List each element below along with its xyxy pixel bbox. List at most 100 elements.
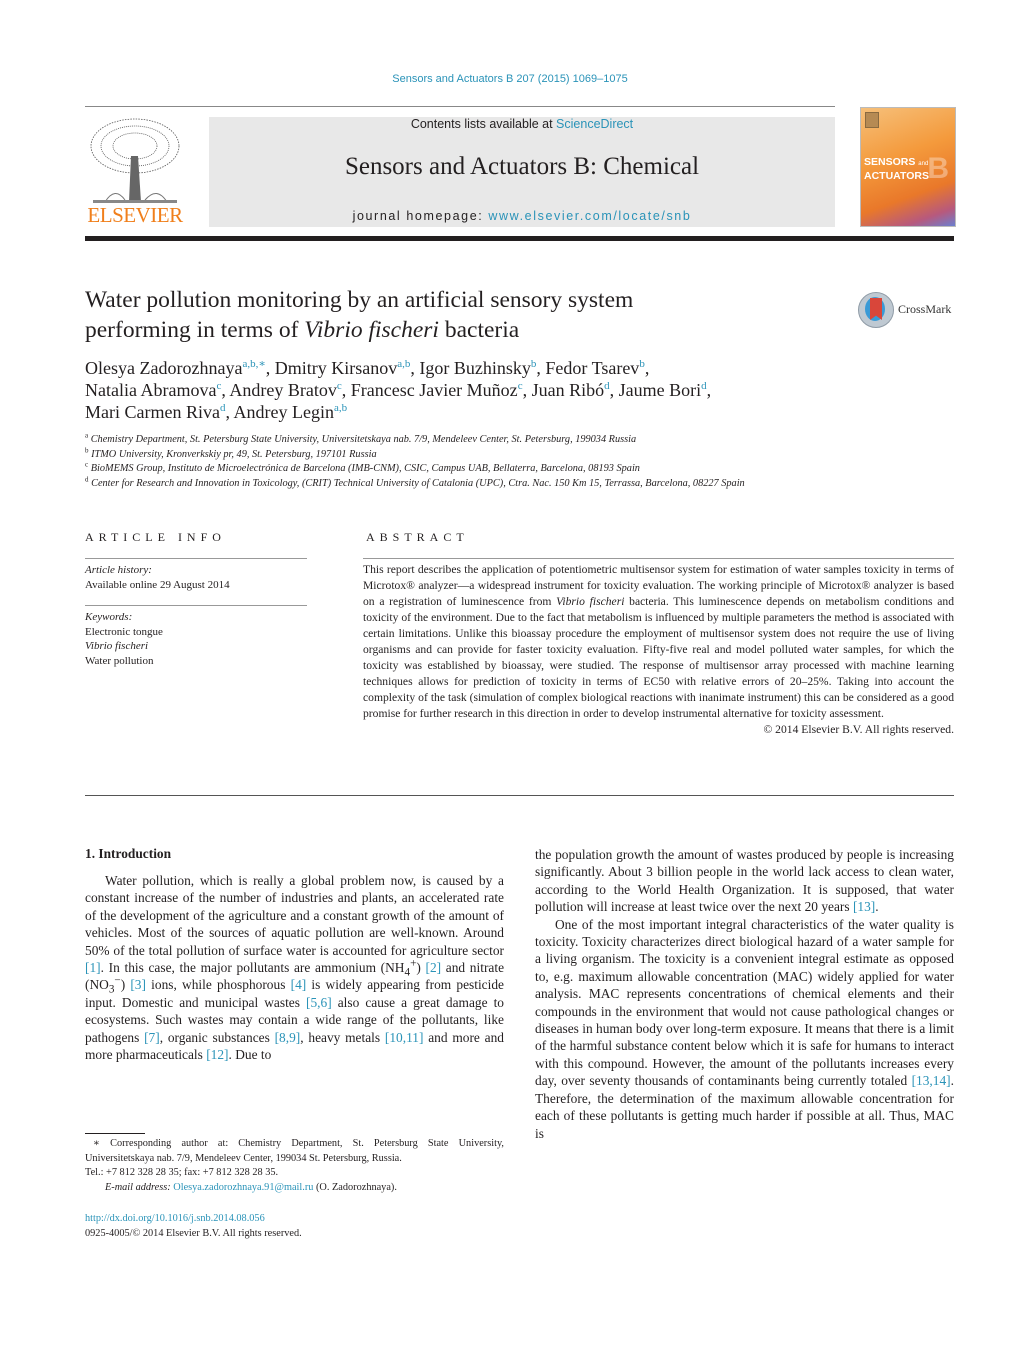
article-info-rule-2 [85,605,307,606]
author-name[interactable]: Igor Buzhinsky [419,358,531,378]
journal-header-box: Contents lists available at ScienceDirec… [209,117,835,227]
keyword[interactable]: Electronic tongue [85,626,163,638]
affiliation-key: a [85,431,89,440]
journal-cover-thumbnail[interactable]: SENSORS and ACTUATORS B [860,107,956,227]
body-text: . In this case, the major pollutants are… [100,960,405,976]
title-line2-pre: performing in terms of [85,317,305,343]
citation-link[interactable]: [5,6] [306,995,332,1010]
author-name[interactable]: Francesc Javier Muñoz [351,380,518,400]
cover-title: SENSORS and ACTUATORS [864,156,929,182]
elsevier-logo[interactable]: ELSEVIER [85,116,185,228]
footnote-tel: Tel.: +7 812 328 28 35; fax: +7 812 328 … [85,1167,279,1179]
doi-link[interactable]: http://dx.doi.org/10.1016/j.snb.2014.08.… [85,1211,302,1226]
citation-link[interactable]: [1] [85,960,101,975]
homepage-prefix: journal homepage: [352,209,489,223]
citation-link[interactable]: [3] [130,977,146,992]
body-text: ) [416,960,426,976]
author-name[interactable]: Natalia Abramova [85,380,216,400]
affiliation: d Center for Research and Innovation in … [85,475,885,492]
body-text: . Due to [228,1047,272,1063]
section-divider [85,795,954,796]
crossmark-button[interactable]: CrossMark [858,292,958,328]
body-text: ions, while phosphorous [145,977,291,993]
body-column-left: Water pollution, which is really a globa… [85,872,504,1063]
keywords-block: Keywords: Electronic tongue Vibrio fisch… [85,610,163,668]
email-suffix: (O. Zadorozhnaya). [313,1181,397,1193]
citation-link[interactable]: [10,11] [385,1030,424,1045]
body-column-right: the population growth the amount of wast… [535,846,954,1142]
keyword[interactable]: Vibrio fischeri [85,640,148,652]
citation-link[interactable]: [2] [426,960,442,975]
journal-reference[interactable]: Sensors and Actuators B 207 (2015) 1069–… [0,73,1020,85]
keywords-label: Keywords: [85,611,133,623]
author-affiliation-marker[interactable]: a,b,∗ [242,358,265,370]
citation-link[interactable]: [13,14] [912,1073,951,1088]
doi-block: http://dx.doi.org/10.1016/j.snb.2014.08.… [85,1211,302,1241]
abstract-part-2: bacteria. This luminescence depends on m… [363,595,954,720]
affiliation-text: Center for Research and Innovation in To… [91,477,745,489]
contents-available: Contents lists available at ScienceDirec… [209,117,835,131]
affiliation-list: a Chemistry Department, St. Petersburg S… [85,431,885,492]
author-list: Olesya Zadorozhnayaa,b,∗, Dmitry Kirsano… [85,357,845,423]
crossmark-label: CrossMark [898,302,952,316]
abstract-copyright: © 2014 Elsevier B.V. All rights reserved… [763,723,954,736]
paragraph: One of the most important integral chara… [535,916,954,1142]
abstract-text: This report describes the application of… [363,562,954,738]
sciencedirect-link[interactable]: ScienceDirect [556,117,633,131]
abstract-italic-term: Vibrio fischeri [556,595,625,608]
citation-link[interactable]: [4] [291,977,307,992]
cover-letter: B [927,152,949,185]
author-affiliation-marker[interactable]: a,b [397,358,410,370]
article-history-value: Available online 29 August 2014 [85,578,230,591]
homepage-link[interactable]: www.elsevier.com/locate/snb [488,209,691,223]
elsevier-wordmark: ELSEVIER [87,203,183,227]
body-text: ) [120,977,131,993]
affiliation: c BioMEMS Group, Instituto de Microelect… [85,461,885,477]
footnote-corresponding: ∗ Corresponding author at: Chemistry Dep… [85,1138,504,1164]
keyword[interactable]: Water pollution [85,655,153,667]
author-name[interactable]: Andrey Bratov [229,380,336,400]
title-line2-post: bacteria [438,317,520,343]
email-link[interactable]: Olesya.zadorozhnaya.91@mail.ru [173,1182,313,1193]
author-name[interactable]: Mari Carmen Riva [85,402,220,422]
article-info-heading: ARTICLE INFO [85,530,226,544]
article-title: Water pollution monitoring by an artific… [85,285,805,345]
body-text: , organic substances [159,1029,275,1045]
author-name[interactable]: Olesya Zadorozhnaya [85,358,242,378]
abstract-rule [363,558,954,559]
author-name[interactable]: Fedor Tsarev [545,358,639,378]
citation-link[interactable]: [8,9] [275,1030,301,1045]
article-info-rule-1 [85,558,307,559]
author-name[interactable]: Juan Ribó [532,380,605,400]
affiliation-key: d [85,475,89,484]
author-separator: , [644,358,650,378]
author-name[interactable]: Dmitry Kirsanov [275,358,397,378]
author-name[interactable]: Andrey Legin [233,402,333,422]
contents-prefix: Contents lists available at [410,117,557,131]
title-line2-italic: Vibrio fischeri [304,317,439,343]
title-line1: Water pollution monitoring by an artific… [85,287,634,313]
article-history-label: Article history: [85,564,152,576]
cover-publisher-badge-icon [865,112,879,128]
body-text: the population growth the amount of wast… [535,847,954,915]
journal-title[interactable]: Sensors and Actuators B: Chemical [209,153,835,181]
author-separator: , [522,380,532,400]
body-text: . [875,899,879,915]
citation-link[interactable]: [12] [206,1047,228,1062]
citation-link[interactable]: [13] [853,899,875,914]
body-text: One of the most important integral chara… [535,916,954,1089]
crossmark-icon [858,292,894,328]
elsevier-tree-icon [90,118,180,203]
affiliation-key: b [85,446,89,455]
email-label: E-mail address: [105,1181,174,1193]
issn-copyright: 0925-4005/© 2014 Elsevier B.V. All right… [85,1228,302,1239]
citation-link[interactable]: [7] [144,1030,160,1045]
cover-title-line2: ACTUATORS [864,170,929,182]
abstract-heading: ABSTRACT [366,530,469,544]
affiliation-text: BioMEMS Group, Instituto de Microelectró… [90,463,640,474]
corresponding-author-footnote: ∗ Corresponding author at: Chemistry Dep… [85,1137,504,1195]
paragraph: the population growth the amount of wast… [535,846,954,916]
affiliation: b ITMO University, Kronverkskiy pr, 49, … [85,446,885,463]
author-affiliation-marker[interactable]: a,b [334,402,347,414]
author-name[interactable]: Jaume Bori [619,380,702,400]
